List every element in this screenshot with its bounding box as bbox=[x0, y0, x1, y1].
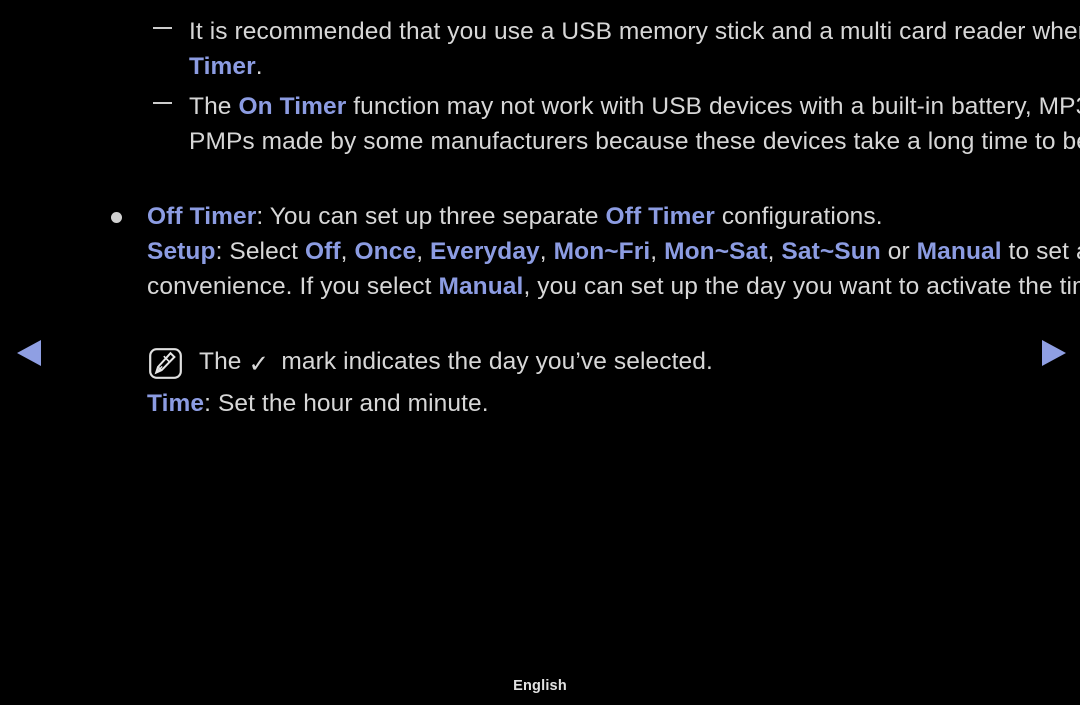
emanual-screen: It is recommended that you use a USB mem… bbox=[0, 0, 1080, 705]
highlighted-term: Everyday bbox=[430, 238, 540, 265]
list-item: It is recommended that you use a USB mem… bbox=[0, 14, 1080, 84]
text-run: configurations. bbox=[714, 203, 883, 230]
text-run: : Set the hour and minute. bbox=[204, 390, 489, 417]
highlighted-term: Time bbox=[147, 390, 205, 417]
note-line: The ✓ mark indicates the day you’ve sele… bbox=[0, 344, 1080, 382]
item-text: It is recommended that you use a USB mem… bbox=[189, 18, 1080, 80]
dash-marker bbox=[153, 89, 177, 124]
text-run: : You can set up three separate bbox=[256, 203, 606, 230]
highlighted-term: Mon~Fri bbox=[553, 238, 651, 265]
text-run: , bbox=[340, 238, 355, 265]
highlighted-term: Manual bbox=[438, 273, 524, 300]
check-mark-icon: ✓ bbox=[248, 351, 270, 378]
item-text: Off Timer: You can set up three separate… bbox=[147, 203, 883, 230]
highlighted-term: Off bbox=[304, 238, 341, 265]
item-text: The On Timer function may not work with … bbox=[189, 93, 1080, 155]
text-run: , bbox=[539, 238, 554, 265]
triangle-left-icon bbox=[17, 340, 41, 366]
list-item: The On Timer function may not work with … bbox=[0, 89, 1080, 159]
text-run: The bbox=[199, 348, 249, 375]
list-item: Off Timer: You can set up three separate… bbox=[0, 199, 1080, 234]
item-text: Time: Set the hour and minute. bbox=[147, 390, 489, 417]
highlighted-term: Setup bbox=[147, 238, 216, 265]
paragraph: Setup: Select Off, Once, Everyday, Mon~F… bbox=[0, 234, 1080, 304]
highlighted-term: Off Timer bbox=[605, 203, 715, 230]
highlighted-term: Sat~Sun bbox=[781, 238, 881, 265]
next-page-button[interactable] bbox=[1036, 336, 1070, 370]
highlighted-term: Mon~Sat bbox=[664, 238, 768, 265]
highlighted-term: Once bbox=[354, 238, 417, 265]
text-run: , bbox=[416, 238, 431, 265]
text-run: mark indicates the day you’ve selected. bbox=[274, 348, 713, 375]
text-run: . bbox=[255, 53, 263, 80]
text-run: or bbox=[880, 238, 917, 265]
previous-page-button[interactable] bbox=[13, 336, 47, 370]
note-pen-icon bbox=[149, 348, 182, 379]
highlighted-term: On Timer bbox=[238, 93, 347, 120]
highlighted-term: Off Timer bbox=[147, 203, 257, 230]
paragraph: Time: Set the hour and minute. bbox=[0, 386, 1080, 421]
item-text: Setup: Select Off, Once, Everyday, Mon~F… bbox=[147, 238, 1080, 300]
text-run: It is recommended that you use a USB mem… bbox=[189, 18, 1080, 45]
dash-marker bbox=[153, 14, 177, 49]
note-text: The ✓ mark indicates the day you’ve sele… bbox=[199, 348, 713, 378]
text-run: , bbox=[767, 238, 782, 265]
text-run: : Select bbox=[215, 238, 305, 265]
bullet-marker bbox=[111, 212, 122, 223]
text-run: , you can set up the day you want to act… bbox=[523, 273, 1080, 300]
language-label: English bbox=[513, 678, 567, 694]
triangle-right-icon bbox=[1042, 340, 1066, 366]
text-run: , bbox=[650, 238, 665, 265]
highlighted-term: Manual bbox=[916, 238, 1002, 265]
text-run: The bbox=[189, 93, 239, 120]
